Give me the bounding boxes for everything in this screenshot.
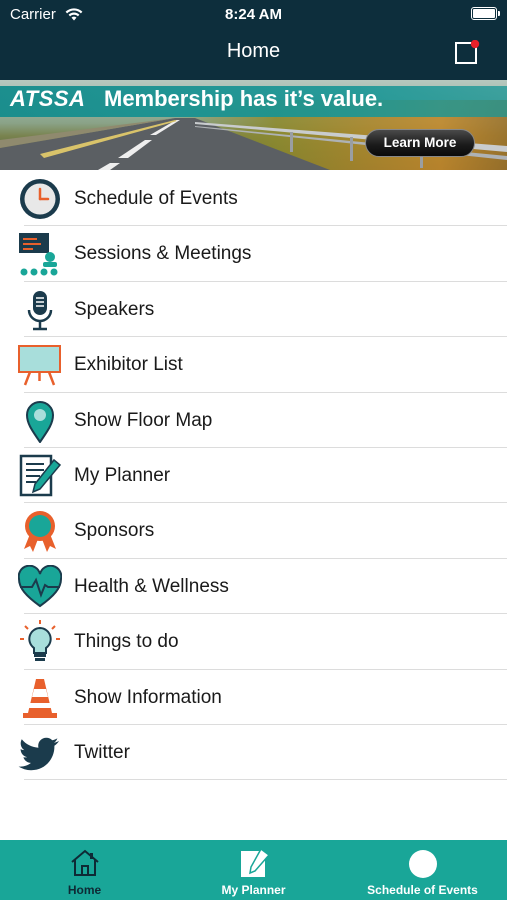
easel-board-icon <box>18 345 61 386</box>
tab-schedule-of-events[interactable]: Schedule of Events <box>338 840 507 900</box>
map-pin-icon <box>25 400 55 443</box>
learn-more-button[interactable]: Learn More <box>365 129 475 157</box>
tab-label: Schedule of Events <box>367 883 478 897</box>
menu-item-label: Sessions & Meetings <box>74 243 252 265</box>
menu-item-label: My Planner <box>74 464 171 486</box>
presentation-icon <box>19 233 58 276</box>
tab-label: My Planner <box>221 883 286 897</box>
top-header: Carrier 8:24 AM Home <box>0 0 507 80</box>
notifications-button[interactable] <box>455 39 480 64</box>
home-menu-list: Schedule of Events Sessions & Meetings S… <box>0 171 507 781</box>
menu-item-label: Exhibitor List <box>74 354 183 376</box>
menu-item-my-planner[interactable]: My Planner <box>0 448 507 504</box>
menu-item-label: Speakers <box>74 298 155 320</box>
menu-item-label: Health & Wellness <box>74 575 229 597</box>
heart-pulse-icon <box>18 564 62 607</box>
planner-icon <box>240 849 269 877</box>
circle-icon <box>408 850 437 878</box>
microphone-icon <box>27 290 53 331</box>
menu-item-label: Show Information <box>74 686 222 708</box>
menu-item-schedule-of-events[interactable]: Schedule of Events <box>0 171 507 227</box>
home-icon <box>70 849 99 876</box>
menu-item-label: Sponsors <box>74 520 155 542</box>
traffic-cone-icon <box>23 678 57 718</box>
menu-item-exhibitor-list[interactable]: Exhibitor List <box>0 337 507 393</box>
tab-home[interactable]: Home <box>0 840 169 900</box>
menu-item-sessions-meetings[interactable]: Sessions & Meetings <box>0 226 507 282</box>
menu-item-label: Show Floor Map <box>74 409 213 431</box>
menu-item-label: Things to do <box>74 631 179 653</box>
bottom-tab-bar: Home My Planner Schedule of Events <box>0 840 507 900</box>
page-title: Home <box>226 40 281 62</box>
menu-item-speakers[interactable]: Speakers <box>0 282 507 338</box>
menu-item-twitter[interactable]: Twitter <box>0 725 507 781</box>
twitter-bird-icon <box>18 737 60 771</box>
menu-item-show-floor-map[interactable]: Show Floor Map <box>0 393 507 448</box>
clock-icon <box>20 179 60 219</box>
tab-label: Home <box>67 883 102 897</box>
notification-icon <box>455 39 480 64</box>
lightbulb-icon <box>20 620 60 662</box>
banner-tagline: Membership has it’s value. <box>104 86 384 111</box>
status-time: 8:24 AM <box>225 6 282 23</box>
menu-item-label: Schedule of Events <box>74 188 238 209</box>
battery-icon <box>471 7 500 20</box>
menu-item-health-wellness[interactable]: Health & Wellness <box>0 559 507 615</box>
tab-my-planner[interactable]: My Planner <box>169 840 338 900</box>
menu-item-show-information[interactable]: Show Information <box>0 670 507 725</box>
menu-item-sponsors[interactable]: Sponsors <box>0 503 507 559</box>
menu-item-label: Twitter <box>74 741 130 763</box>
divider <box>24 779 507 781</box>
banner-brand-logo: ATSSA <box>10 86 86 111</box>
notepad-pencil-icon <box>19 454 62 497</box>
menu-item-things-to-do[interactable]: Things to do <box>0 614 507 670</box>
award-ribbon-icon <box>24 511 56 553</box>
